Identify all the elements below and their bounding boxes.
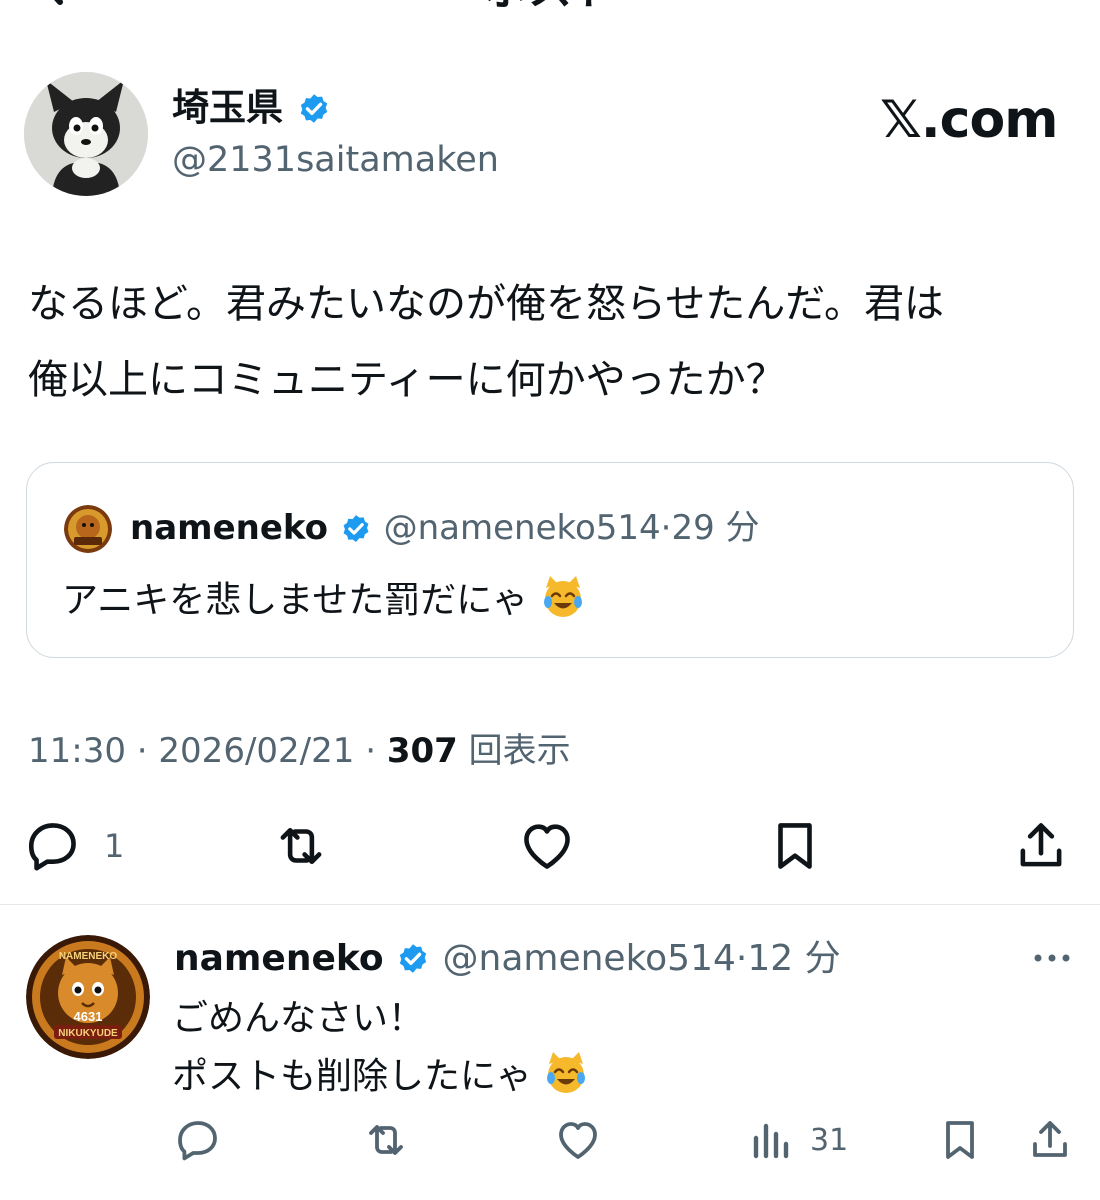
quoted-post-card[interactable] <box>26 462 1074 658</box>
post-text-line: 俺以上にコミュニティーに何かやったか？ <box>28 357 786 403</box>
author-handle[interactable]: @2131saitamaken <box>172 138 499 182</box>
verified-badge-icon <box>300 93 328 123</box>
post-date: 2026/02/21 <box>158 731 355 771</box>
quote-header: nameneko @nameneko514·29 分 <box>130 504 760 552</box>
reply-like-button[interactable] <box>554 1114 602 1166</box>
reply-button[interactable]: 1 <box>24 818 124 874</box>
reply-text-content: ポストも削除したにゃ <box>172 1056 533 1097</box>
reply-icon <box>178 1121 217 1161</box>
avatar-top-text: NAMENEKO <box>59 951 118 962</box>
repost-icon <box>280 827 322 865</box>
reply-text: ごめんなさい！ ポストも削除したにゃ <box>172 990 589 1106</box>
quote-author-name: nameneko <box>130 508 328 548</box>
separator: · <box>354 731 387 771</box>
reply-bookmark-button[interactable] <box>936 1114 984 1166</box>
reply-text-line: ポストも削除したにゃ <box>172 1048 589 1106</box>
repost-button[interactable] <box>272 818 330 874</box>
repost-icon <box>369 1125 403 1155</box>
separator: · <box>125 731 159 771</box>
quote-text-content: アニキを悲しませた罰だにゃ <box>62 580 529 621</box>
reply-share-button[interactable] <box>1026 1114 1074 1166</box>
reply-repost-button[interactable] <box>362 1114 410 1166</box>
post-text-line: なるほど。君みたいなのが俺を怒らせたんだ。君は <box>28 281 944 327</box>
brand-watermark: 𝕏.com <box>880 90 1058 150</box>
view-count-label: 回表示 <box>457 731 571 771</box>
quote-author-handle: @nameneko514 <box>383 508 661 548</box>
author-name-text: 埼玉県 <box>172 86 283 129</box>
reply-author-handle[interactable]: @nameneko514 <box>443 938 736 979</box>
reply-header: nameneko @nameneko514·12 分 <box>174 936 841 982</box>
reply-icon <box>28 823 76 871</box>
post-metadata: 11:30 · 2026/02/21 · 307 回表示 <box>28 728 571 774</box>
quote-avatar <box>64 505 112 553</box>
reply-views-button[interactable]: 31 <box>748 1114 848 1166</box>
reply-timestamp: 12 分 <box>747 938 841 979</box>
bookmark-button[interactable] <box>766 818 824 874</box>
reply-author-name[interactable]: nameneko <box>174 938 384 979</box>
like-button[interactable] <box>518 818 576 874</box>
separator: · <box>660 508 672 548</box>
reply-reply-button[interactable] <box>174 1114 222 1166</box>
author-name[interactable]: 埼玉県 <box>172 86 332 130</box>
heart-icon <box>524 824 570 869</box>
reply-text-line: ごめんなさい！ <box>172 998 425 1039</box>
view-count[interactable]: 307 <box>387 731 458 771</box>
bookmark-icon <box>778 823 812 869</box>
avatar-number-text: 4631 <box>74 1009 103 1024</box>
heart-icon <box>559 1122 597 1159</box>
author-avatar[interactable] <box>24 72 148 196</box>
separator: · <box>735 938 748 979</box>
verified-badge-icon <box>399 944 427 973</box>
analytics-bar-icon <box>753 1123 789 1159</box>
bookmark-icon <box>946 1121 974 1159</box>
quote-timestamp: 29 分 <box>671 508 760 548</box>
post-time: 11:30 <box>28 731 126 771</box>
cat-tears-of-joy-emoji-icon <box>547 1052 586 1093</box>
page-title: ポスト <box>0 0 1100 12</box>
reply-count: 1 <box>104 827 125 865</box>
reply-avatar[interactable]: NAMENEKO 4631 NIKUKYUDE <box>26 935 150 1059</box>
share-icon <box>1033 1121 1067 1157</box>
verified-badge-icon <box>343 514 369 542</box>
post-text: なるほど。君みたいなのが俺を怒らせたんだ。君は 俺以上にコミュニティーに何かやっ… <box>28 266 1078 418</box>
share-icon <box>1020 823 1062 867</box>
more-options-icon[interactable] <box>1030 950 1074 966</box>
quote-text: アニキを悲しませた罰だにゃ <box>62 574 586 626</box>
cat-tears-of-joy-emoji-icon <box>543 576 582 617</box>
reply-views-count: 31 <box>810 1122 849 1158</box>
avatar-bottom-text: NIKUKYUDE <box>58 1028 118 1039</box>
divider <box>0 904 1100 905</box>
share-button[interactable] <box>1012 818 1070 874</box>
